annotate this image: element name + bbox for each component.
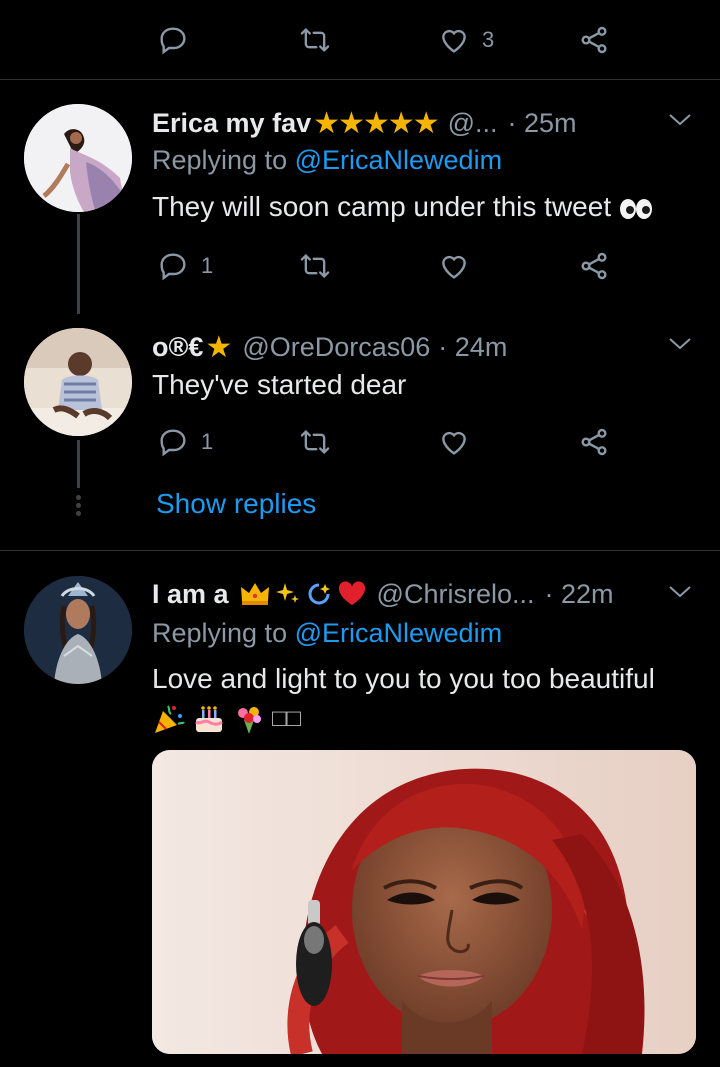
retweet-button[interactable]	[298, 250, 332, 282]
like-button[interactable]	[438, 426, 470, 458]
thread-line	[77, 440, 80, 488]
crown-icon	[240, 583, 269, 605]
reply-icon	[160, 27, 186, 55]
like-button[interactable]: 3	[438, 24, 494, 56]
birthday-cake-icon	[195, 706, 223, 732]
avatar[interactable]	[24, 328, 132, 436]
tweet-text: They've started dear	[152, 369, 407, 400]
share-button[interactable]	[578, 24, 610, 56]
eyes-icon	[619, 198, 652, 219]
tweet-text-line2: □□	[152, 702, 301, 736]
replying-to: Replying to @EricaNlewedim	[152, 618, 503, 648]
bouquet-icon	[238, 707, 261, 734]
timestamp[interactable]: · 24m	[438, 332, 507, 363]
display-name[interactable]: I am a	[152, 579, 229, 610]
timestamp[interactable]: · 25m	[508, 108, 577, 139]
sparkles-icon	[275, 583, 299, 603]
like-count: 3	[482, 27, 495, 52]
share-button[interactable]	[578, 426, 610, 458]
thread-dot	[76, 503, 81, 508]
reply-button[interactable]: 1	[157, 426, 213, 458]
retweet-button[interactable]	[298, 24, 332, 56]
reply-button[interactable]: 1	[157, 250, 213, 282]
handle[interactable]: @OreDorcas06	[242, 332, 430, 363]
divider	[0, 79, 720, 80]
avatar[interactable]	[24, 104, 132, 212]
tweet-header: I am a @Chrisrelo... · 22m	[152, 576, 614, 612]
handle[interactable]: @...	[448, 108, 498, 139]
tweet-media-image[interactable]	[152, 750, 696, 1054]
chevron-down-icon[interactable]	[666, 334, 694, 354]
heart-red-icon	[338, 581, 365, 605]
retweet-icon	[300, 254, 330, 278]
avatar[interactable]	[24, 576, 132, 684]
reply-icon	[160, 253, 186, 281]
replying-to-handle[interactable]: @EricaNlewedim	[295, 618, 502, 648]
share-icon	[581, 26, 607, 54]
display-name[interactable]: o®€	[152, 332, 203, 363]
divider	[0, 550, 720, 551]
dizzy-icon	[308, 583, 330, 605]
share-icon	[581, 252, 607, 280]
like-button[interactable]	[438, 250, 470, 282]
thread-dot	[76, 495, 81, 500]
replying-to: Replying to @EricaNlewedim	[152, 145, 503, 175]
star-icons: ★★★★★	[313, 106, 439, 140]
display-name[interactable]: Erica my fav	[152, 108, 311, 139]
heart-icon	[442, 29, 466, 53]
retweet-icon	[300, 28, 330, 52]
tweet-text: Love and light to you to you too beautif…	[152, 663, 655, 694]
reply-button[interactable]	[157, 24, 189, 56]
name-emojis	[239, 581, 367, 607]
handle[interactable]: @Chrisrelo...	[377, 579, 535, 610]
retweet-button[interactable]	[298, 426, 332, 458]
reply-icon	[160, 429, 186, 457]
replying-to-handle[interactable]: @EricaNlewedim	[295, 145, 502, 175]
unsupported-glyphs: □□	[272, 705, 301, 732]
party-popper-icon	[155, 705, 185, 733]
tweet-header: Erica my fav ★★★★★ @... · 25m	[152, 105, 577, 141]
thread-line	[77, 214, 80, 314]
thread-dot	[76, 511, 81, 516]
reply-count: 1	[201, 429, 214, 454]
chevron-down-icon[interactable]	[666, 582, 694, 602]
timestamp[interactable]: · 22m	[545, 579, 614, 610]
share-button[interactable]	[578, 250, 610, 282]
heart-icon	[442, 255, 466, 279]
show-replies-link[interactable]: Show replies	[156, 488, 316, 520]
tweet-header: o®€ ★ @OreDorcas06 · 24m	[152, 329, 507, 365]
retweet-icon	[300, 430, 330, 454]
tweet-text: They will soon camp under this tweet	[152, 191, 653, 223]
star-icon: ★	[205, 330, 233, 364]
chevron-down-icon[interactable]	[666, 110, 694, 130]
share-icon	[581, 428, 607, 456]
heart-icon	[442, 431, 466, 455]
reply-count: 1	[201, 253, 214, 278]
